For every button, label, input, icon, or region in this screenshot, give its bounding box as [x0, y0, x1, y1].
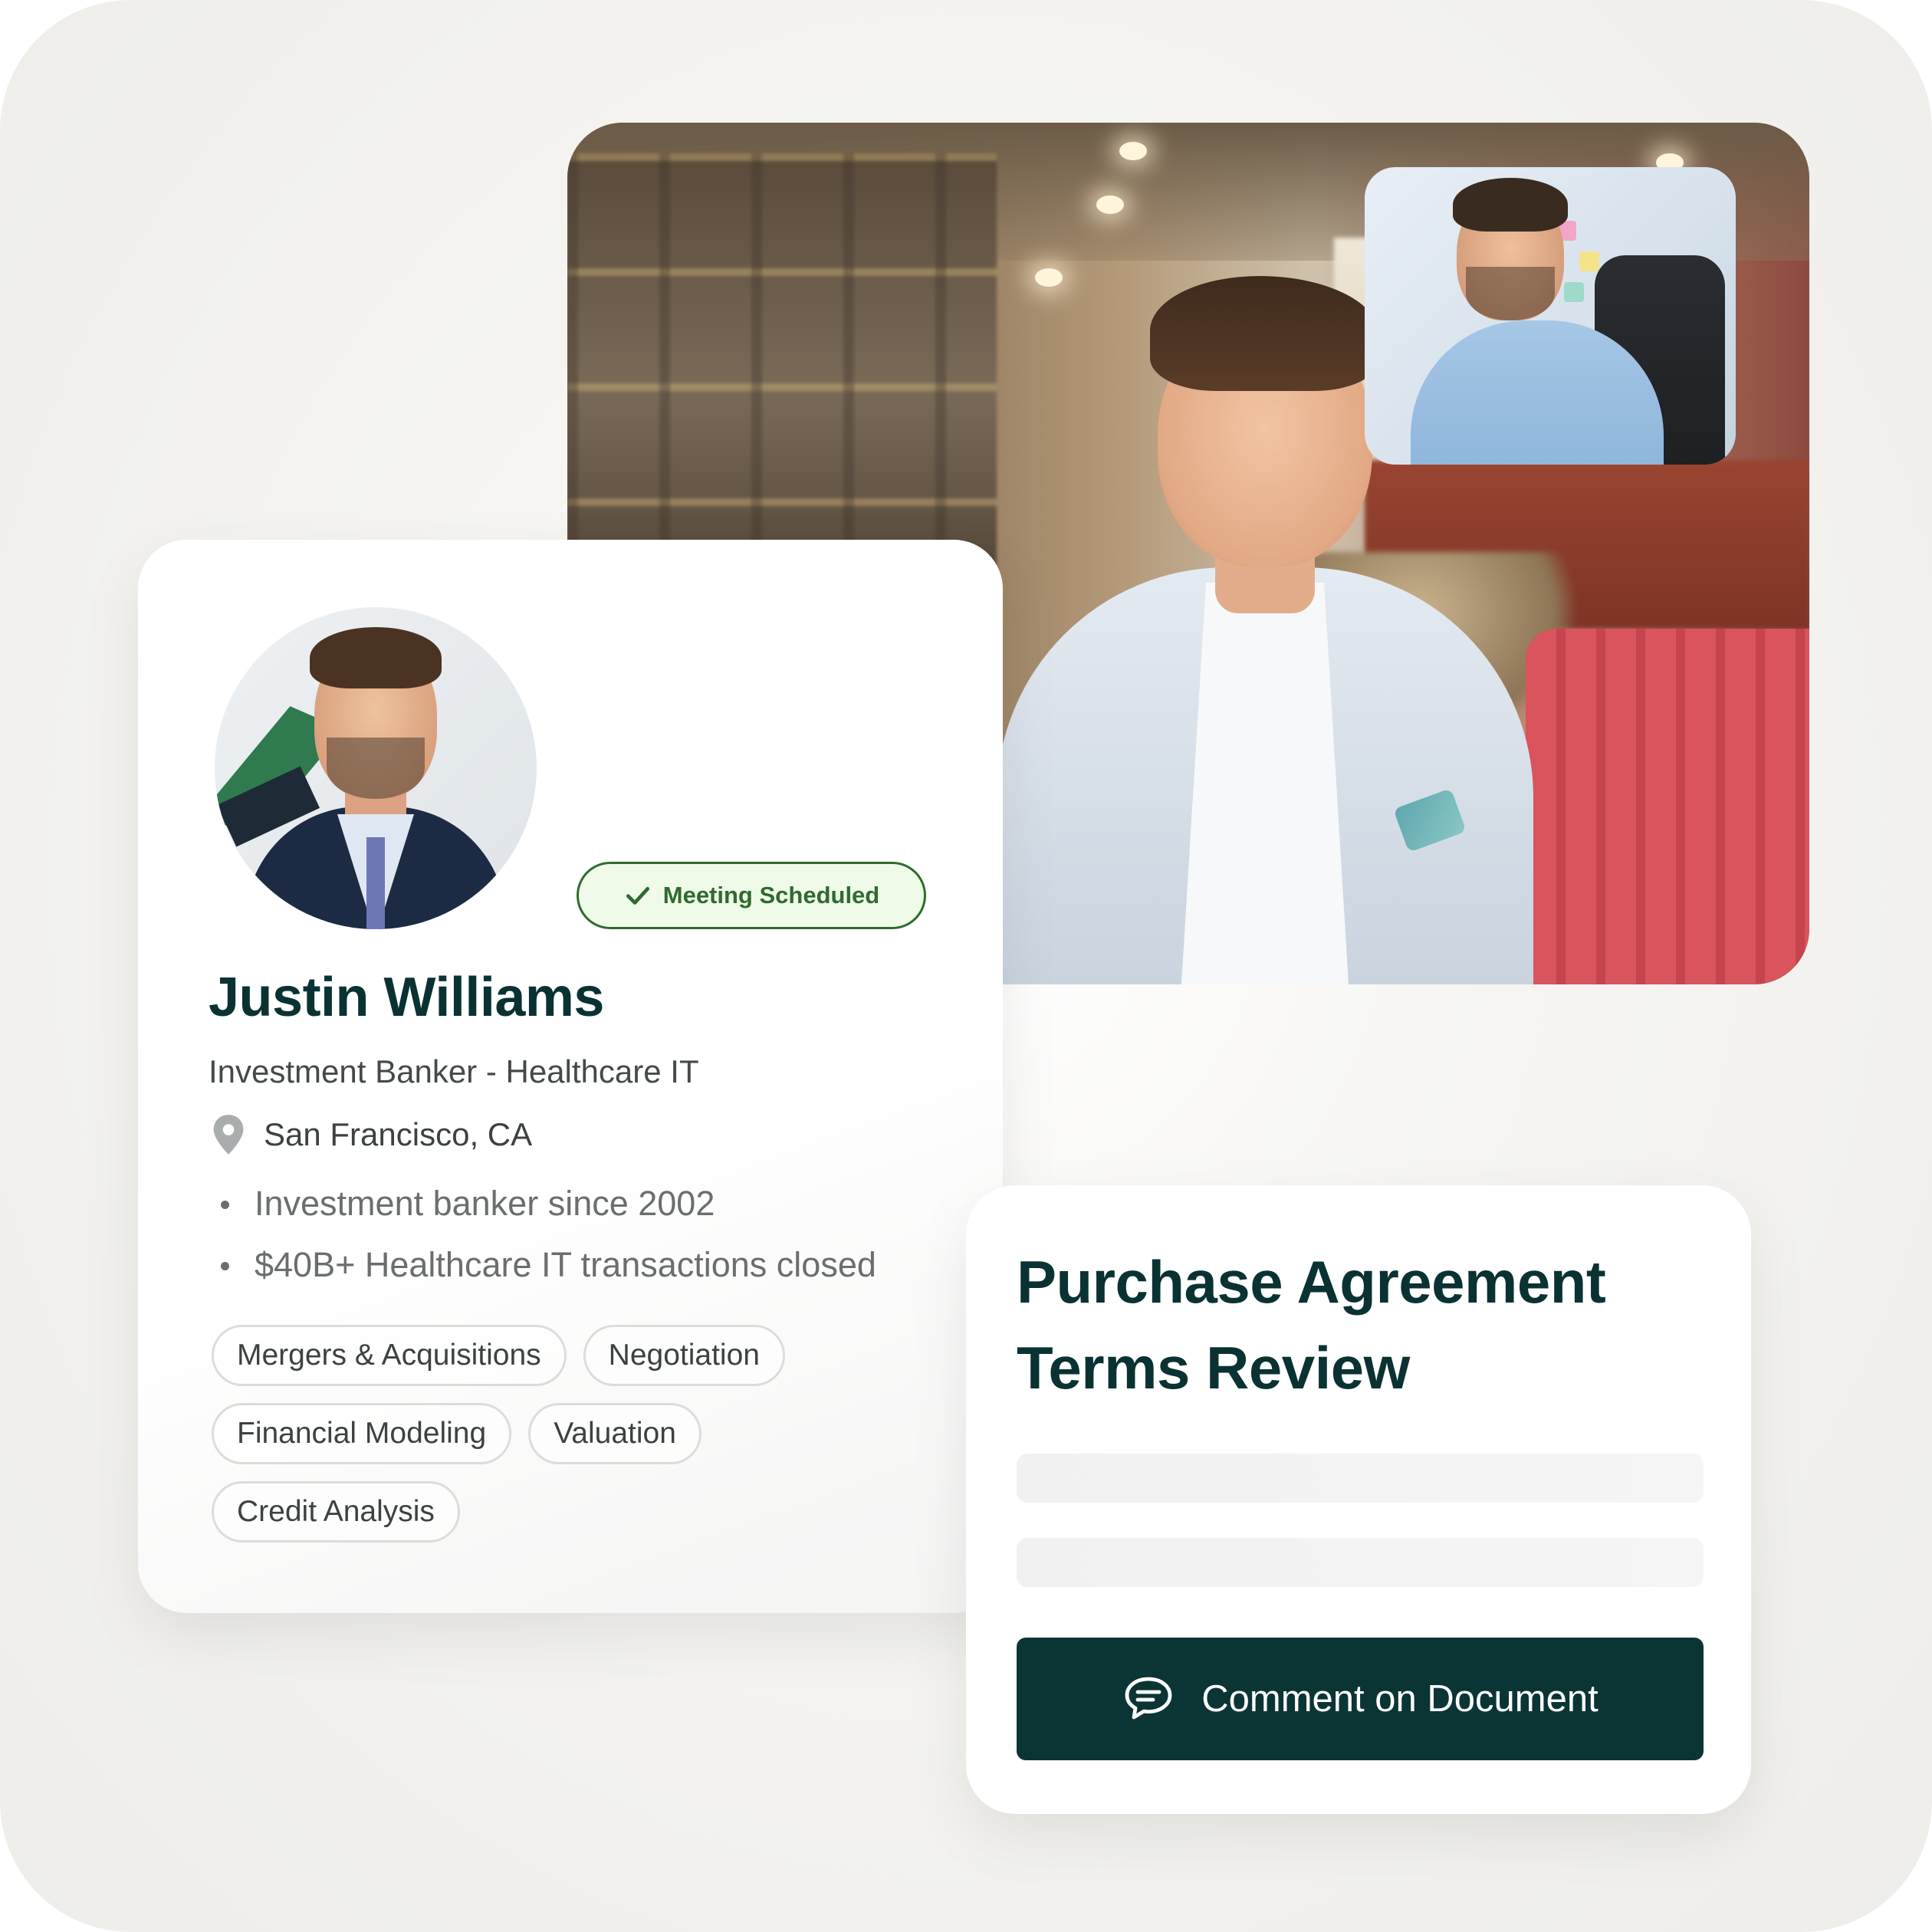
document-line-placeholder — [1017, 1454, 1704, 1503]
tag-credit-analysis[interactable]: Credit Analysis — [212, 1481, 460, 1543]
sticky-note — [1564, 282, 1584, 302]
status-badge: Meeting Scheduled — [577, 862, 926, 929]
restaurant-booth — [1526, 629, 1809, 984]
profile-title: Investment Banker - Healthcare IT — [209, 1053, 699, 1089]
profile-name: Justin Williams — [209, 967, 604, 1028]
canvas: Meeting Scheduled Justin Williams Invest… — [0, 0, 1932, 1932]
tag-financial-modeling[interactable]: Financial Modeling — [212, 1403, 512, 1464]
tag-row: Credit Analysis — [212, 1481, 948, 1543]
avatar-tie — [366, 837, 385, 929]
profile-location-text: San Francisco, CA — [264, 1116, 533, 1152]
tag-row: Financial Modeling Valuation — [212, 1403, 948, 1464]
pip-participant-beard — [1466, 267, 1555, 320]
document-line-placeholder — [1017, 1538, 1704, 1587]
video-call-pip-feed[interactable] — [1365, 167, 1736, 465]
participant-hair — [1150, 276, 1380, 391]
profile-highlights: Investment banker since 2002 $40B+ Healt… — [216, 1173, 876, 1296]
ceiling-light — [1096, 196, 1124, 214]
status-badge-label: Meeting Scheduled — [662, 882, 880, 909]
avatar[interactable] — [215, 607, 537, 929]
tag-negotiation[interactable]: Negotiation — [583, 1325, 785, 1386]
avatar-hair — [310, 627, 442, 688]
document-title: Purchase Agreement Terms Review — [1017, 1248, 1606, 1401]
sticky-note — [1579, 251, 1599, 271]
tag-valuation[interactable]: Valuation — [528, 1403, 702, 1464]
profile-card: Meeting Scheduled Justin Williams Invest… — [138, 540, 1003, 1613]
list-item: Investment banker since 2002 — [216, 1173, 876, 1234]
profile-location: San Francisco, CA — [209, 1113, 532, 1156]
tag-row: Mergers & Acquisitions Negotiation — [212, 1325, 948, 1386]
ceiling-light — [1119, 142, 1147, 160]
comment-on-document-button[interactable]: Comment on Document — [1017, 1638, 1704, 1760]
check-icon — [626, 886, 649, 905]
tag-mergers-acquisitions[interactable]: Mergers & Acquisitions — [212, 1325, 567, 1386]
comment-on-document-label: Comment on Document — [1201, 1678, 1598, 1720]
pip-participant-hair — [1453, 178, 1568, 232]
participant-shirt — [1181, 583, 1349, 984]
avatar-beard — [327, 738, 425, 799]
document-card: Purchase Agreement Terms Review Comment … — [966, 1185, 1751, 1814]
skill-tags: Mergers & Acquisitions Negotiation Finan… — [212, 1325, 948, 1559]
comment-icon — [1125, 1677, 1172, 1720]
map-pin-icon — [213, 1115, 244, 1155]
list-item: $40B+ Healthcare IT transactions closed — [216, 1234, 876, 1296]
